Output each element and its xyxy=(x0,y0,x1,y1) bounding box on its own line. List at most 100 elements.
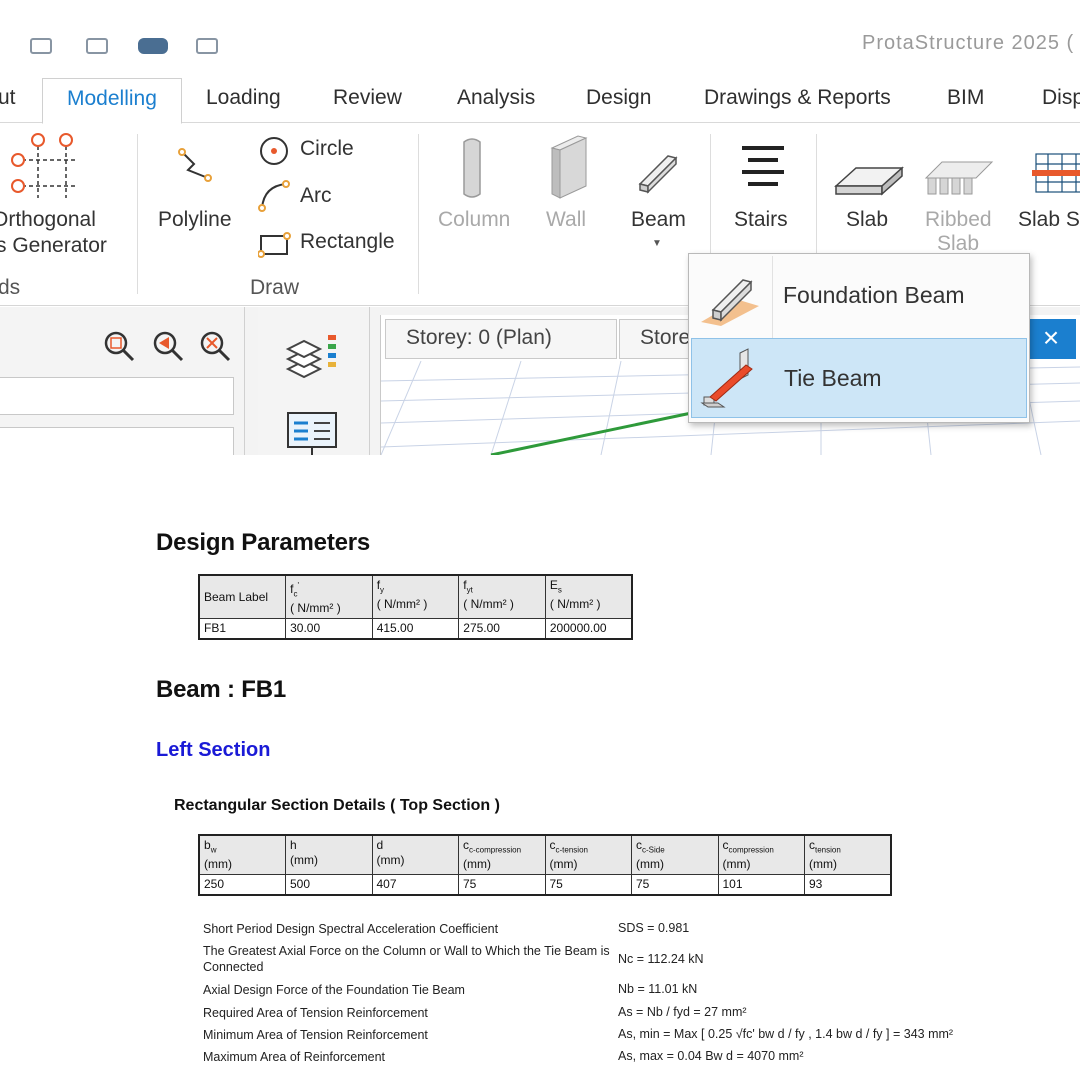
left-panel xyxy=(0,307,245,455)
tab-analysis[interactable]: Analysis xyxy=(457,86,535,110)
col-fyt: fyt( N/mm² ) xyxy=(458,574,546,620)
design-parameters-table: Beam Label fc'( N/mm² ) fy( N/mm² ) fyt(… xyxy=(198,574,633,640)
polyline-label[interactable]: Polyline xyxy=(158,208,232,232)
calc-description: Maximum Area of Reinforcement xyxy=(203,1050,386,1064)
side-toolbar xyxy=(258,307,370,455)
col-c-tension: ctension (mm) xyxy=(804,834,892,876)
cube-icon[interactable] xyxy=(138,38,168,54)
stairs-icon[interactable] xyxy=(738,146,788,186)
col-bw: bw (mm) xyxy=(198,834,286,876)
calc-description: The Greatest Axial Force on the Column o… xyxy=(203,944,610,974)
foundation-beam-icon xyxy=(701,279,759,326)
menu-item-foundation-beam[interactable]: Foundation Beam xyxy=(691,256,1027,338)
ribbon-divider xyxy=(137,134,138,294)
arc-icon[interactable] xyxy=(258,180,290,212)
calc-description: Axial Design Force of the Foundation Tie… xyxy=(203,983,465,997)
beam-label[interactable]: Beam xyxy=(631,208,686,232)
slab-strip-label[interactable]: Slab St xyxy=(1018,208,1080,232)
col-es: Es( N/mm² ) xyxy=(544,574,633,620)
layers-icon[interactable] xyxy=(284,329,340,385)
table-cell: 200000.00 xyxy=(544,618,633,640)
menu-item-tie-beam[interactable]: Tie Beam xyxy=(691,338,1027,418)
tab-review[interactable]: Review xyxy=(333,86,402,110)
wall-label[interactable]: Wall xyxy=(546,208,586,232)
table-cell: 75 xyxy=(458,874,546,896)
table-cell: 407 xyxy=(371,874,459,896)
orthogonal-grid-icon[interactable] xyxy=(8,132,80,202)
slab-icon[interactable] xyxy=(834,162,904,198)
wall-icon[interactable] xyxy=(548,134,590,200)
tab-loading[interactable]: Loading xyxy=(206,86,281,110)
ribbon-tabs: ut Modelling Loading Review Analysis Des… xyxy=(0,78,1080,124)
calc-description: Short Period Design Spectral Acceleratio… xyxy=(203,922,499,936)
calc-equation: As = Nb / fyd = 27 mm² xyxy=(618,1005,747,1019)
3d-view-icon[interactable] xyxy=(196,38,218,54)
app-window: ProtaStructure 2025 ( ut Modelling Loadi… xyxy=(0,0,1080,455)
chevron-down-icon[interactable]: ▼ xyxy=(652,238,662,249)
tree-view[interactable] xyxy=(0,427,234,455)
filter-input[interactable] xyxy=(0,377,234,415)
group-label-grids: ds xyxy=(0,276,21,299)
ribbed-slab-label[interactable]: Ribbed xyxy=(925,208,992,232)
zoom-extents-icon[interactable] xyxy=(198,329,232,363)
calc-equation: Nb = 11.01 kN xyxy=(618,982,698,996)
col-h: h (mm) xyxy=(285,834,373,876)
calc-description: Minimum Area of Tension Reinforcement xyxy=(203,1028,428,1042)
left-section-heading: Left Section xyxy=(156,739,271,761)
circle-icon[interactable] xyxy=(258,135,290,167)
generator-label[interactable]: s Generator xyxy=(0,234,107,258)
beam-dropdown-menu: Foundation Beam Tie Beam xyxy=(688,253,1030,423)
column-label[interactable]: Column xyxy=(438,208,510,232)
group-label-draw: Draw xyxy=(250,276,300,299)
calc-description: Required Area of Tension Reinforcement xyxy=(203,1006,428,1020)
properties-panel-icon[interactable] xyxy=(284,409,340,455)
table-cell: 30.00 xyxy=(285,618,373,640)
tab-layout[interactable]: ut xyxy=(0,86,16,110)
settings-icon[interactable] xyxy=(30,38,52,54)
table-header-row: bw (mm) h (mm) d (mm) cc-compression (mm) cc… xyxy=(198,834,892,876)
tab-drawings-reports[interactable]: Drawings & Reports xyxy=(704,86,891,110)
menu-divider xyxy=(772,256,773,338)
tab-display[interactable]: Disp xyxy=(1042,86,1080,110)
zoom-select-icon[interactable] xyxy=(102,329,136,363)
table-cell: 93 xyxy=(804,874,892,896)
rectangle-icon[interactable] xyxy=(258,228,292,258)
tab-storey-plan[interactable]: Storey: 0 (Plan) xyxy=(385,319,617,359)
col-c-compression: ccompression (mm) xyxy=(717,834,805,876)
beam-title: Beam : FB1 xyxy=(156,676,287,703)
calc-equation: SDS = 0.981 xyxy=(618,921,690,935)
zoom-previous-icon[interactable] xyxy=(151,329,185,363)
slab-strip-icon[interactable] xyxy=(1032,150,1080,196)
slab-label[interactable]: Slab xyxy=(846,208,888,232)
column-icon[interactable] xyxy=(458,136,486,200)
tab-bim[interactable]: BIM xyxy=(947,86,984,110)
col-fy: fy( N/mm² ) xyxy=(371,574,460,620)
col-cc-tension: cc-tension (mm) xyxy=(544,834,632,876)
calc-equation: Nc = 112.24 kN xyxy=(618,952,704,966)
tab-design[interactable]: Design xyxy=(586,86,651,110)
calc-equation: As, max = 0.04 Bw d = 4070 mm² xyxy=(618,1049,804,1063)
rectangle-label[interactable]: Rectangle xyxy=(300,230,395,254)
design-report: Design Parameters Beam Label fc'( N/mm² … xyxy=(0,455,1080,1080)
design-parameters-title: Design Parameters xyxy=(156,529,371,556)
ribbed-slab-icon[interactable] xyxy=(922,158,994,198)
table-row: 250 500 407 75 75 75 101 93 xyxy=(198,874,892,896)
table-cell: 500 xyxy=(285,874,373,896)
stairs-label[interactable]: Stairs xyxy=(734,208,788,232)
table-cell: FB1 xyxy=(198,618,287,640)
close-icon[interactable]: × xyxy=(1026,319,1076,359)
polyline-icon[interactable] xyxy=(178,148,214,184)
table-cell: 101 xyxy=(717,874,805,896)
circle-label[interactable]: Circle xyxy=(300,137,354,161)
tab-modelling[interactable]: Modelling xyxy=(42,78,182,124)
arc-label[interactable]: Arc xyxy=(300,184,332,208)
calculator-icon[interactable] xyxy=(86,38,108,54)
menu-label-foundation-beam: Foundation Beam xyxy=(783,282,965,308)
table-cell: 75 xyxy=(631,874,719,896)
beam-icon[interactable] xyxy=(636,150,680,194)
table-cell: 75 xyxy=(544,874,632,896)
orthogonal-label[interactable]: Orthogonal xyxy=(0,208,96,232)
calc-equation: As, min = Max [ 0.25 √fc' bw d / fy , 1.… xyxy=(618,1027,954,1041)
section-details-title: Rectangular Section Details ( Top Sectio… xyxy=(174,797,500,814)
col-cc-side: cc-Side (mm) xyxy=(631,834,719,876)
